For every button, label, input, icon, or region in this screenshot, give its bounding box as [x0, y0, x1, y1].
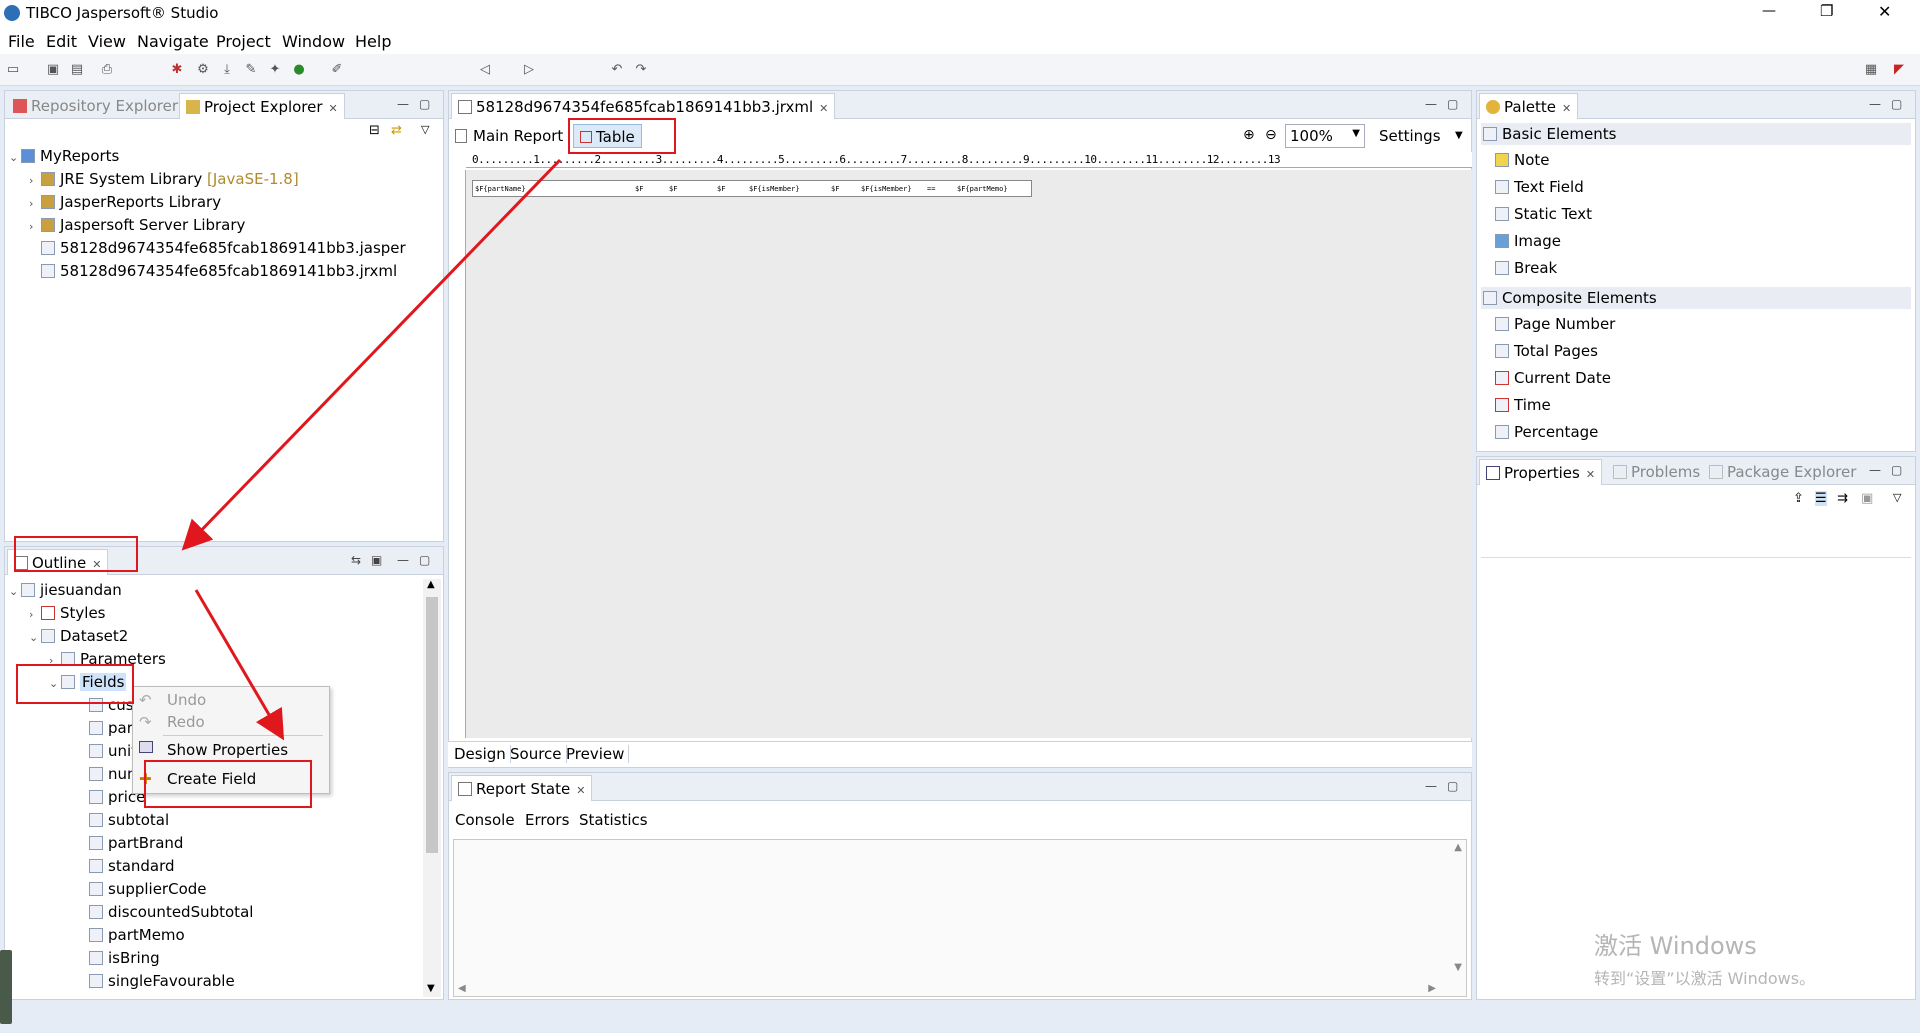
app-window: TIBCO Jaspersoft® Studio — ❐ ✕ File Edit… — [0, 0, 1920, 1033]
annotation-arrows — [181, 158, 562, 741]
arrow-table-to-outline — [181, 158, 562, 551]
arrow-outline-to-create-field — [194, 589, 285, 741]
